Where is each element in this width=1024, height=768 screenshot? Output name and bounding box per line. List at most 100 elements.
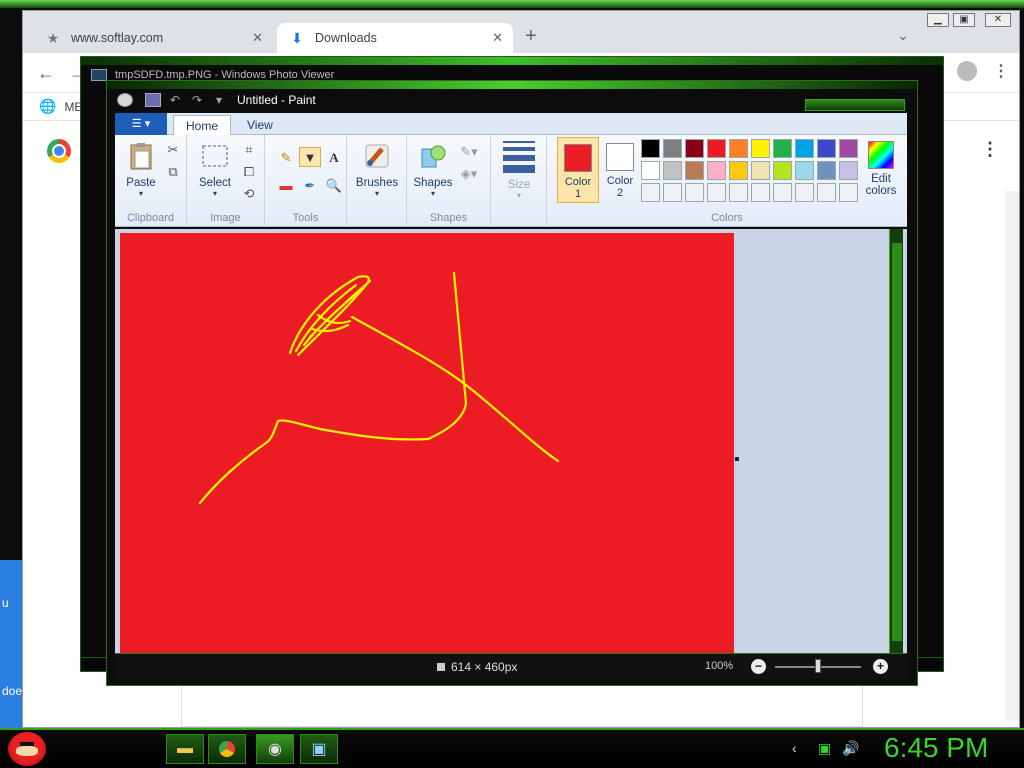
palette-swatch[interactable] — [795, 183, 814, 202]
minimize-button[interactable]: ▁ — [927, 13, 949, 27]
zoom-slider-knob[interactable] — [815, 659, 821, 673]
paste-button[interactable]: Paste ▾ — [121, 141, 161, 198]
color2-button[interactable]: Color 2 — [599, 137, 641, 203]
scrollbar-thumb[interactable] — [892, 243, 902, 641]
palette-swatch[interactable] — [641, 161, 660, 180]
close-window-button[interactable]: ✕ — [985, 13, 1011, 27]
palette-swatch[interactable] — [729, 139, 748, 158]
text-tool-icon[interactable]: A — [323, 147, 345, 167]
canvas-size-indicator: 614 × 460px — [437, 660, 517, 674]
undo-icon[interactable]: ↶ — [167, 93, 183, 107]
select-button[interactable]: Select ▾ — [195, 141, 235, 198]
resize-handle[interactable] — [735, 457, 739, 461]
palette-swatch[interactable] — [641, 139, 660, 158]
network-icon[interactable]: ▣ — [818, 740, 831, 757]
zoom-out-button[interactable]: − — [751, 659, 766, 674]
copy-icon[interactable]: ⧉ — [163, 163, 183, 181]
palette-swatch[interactable] — [751, 161, 770, 180]
chevron-down-icon[interactable]: ⌄ — [897, 27, 909, 44]
drawing-canvas[interactable] — [120, 233, 734, 653]
show-hidden-icons[interactable]: ‹ — [792, 740, 797, 756]
palette-swatch[interactable] — [707, 139, 726, 158]
eraser-icon[interactable]: ▬ — [275, 175, 297, 195]
palette-swatch[interactable] — [685, 183, 704, 202]
close-icon[interactable]: ✕ — [492, 30, 503, 46]
palette-swatch[interactable] — [839, 183, 858, 202]
group-label: Image — [210, 212, 241, 224]
rotate-icon[interactable]: ⟲ — [239, 185, 259, 203]
save-icon[interactable] — [145, 93, 161, 107]
palette-swatch[interactable] — [773, 161, 792, 180]
paint-taskbar-button[interactable]: ◉ — [256, 734, 294, 764]
page-scrollbar[interactable] — [1005, 191, 1019, 721]
window-controls[interactable] — [805, 99, 905, 111]
palette-swatch[interactable] — [641, 183, 660, 202]
customize-qat-icon[interactable]: ▾ — [211, 93, 227, 107]
shapes-button[interactable]: Shapes ▾ — [411, 141, 455, 198]
palette-swatch[interactable] — [685, 161, 704, 180]
close-icon[interactable]: ✕ — [252, 30, 263, 46]
file-menu-button[interactable]: ☰ ▾ — [115, 113, 167, 135]
tab-view[interactable]: View — [235, 115, 285, 135]
avatar[interactable] — [957, 61, 977, 81]
crop-icon[interactable]: ⌗ — [239, 141, 259, 159]
new-tab-button[interactable]: + — [525, 25, 537, 48]
palette-swatch[interactable] — [751, 139, 770, 158]
palette-swatch[interactable] — [751, 183, 770, 202]
palette-swatch[interactable] — [729, 161, 748, 180]
clock[interactable]: 6:45 PM — [884, 732, 988, 764]
color1-button[interactable]: Color 1 — [557, 137, 599, 203]
page-menu-icon[interactable]: ⋮ — [981, 139, 999, 160]
color-picker-icon[interactable]: ✒ — [299, 175, 321, 195]
start-button[interactable] — [8, 732, 46, 766]
palette-swatch[interactable] — [817, 161, 836, 180]
vertical-scrollbar[interactable] — [889, 229, 903, 653]
zoom-in-button[interactable]: + — [873, 659, 888, 674]
paint-app-icon[interactable] — [117, 93, 133, 107]
redo-icon[interactable]: ↷ — [189, 93, 205, 107]
photo-viewer-taskbar-button[interactable]: ▣ — [300, 734, 338, 764]
palette-swatch[interactable] — [729, 183, 748, 202]
palette-swatch[interactable] — [773, 183, 792, 202]
magnifier-icon[interactable]: 🔍 — [323, 175, 345, 195]
fill-icon[interactable]: ◈▾ — [459, 165, 479, 183]
size-button[interactable]: Size ▾ — [499, 141, 539, 200]
palette-swatch[interactable] — [663, 183, 682, 202]
palette-swatch[interactable] — [663, 139, 682, 158]
palette-swatch[interactable] — [817, 139, 836, 158]
pencil-icon[interactable]: ✎ — [275, 147, 297, 167]
palette-swatch[interactable] — [685, 139, 704, 158]
menu-kebab-icon[interactable]: ⋮ — [993, 61, 1009, 81]
palette-swatch[interactable] — [817, 183, 836, 202]
back-arrow-icon[interactable]: ← — [37, 63, 55, 84]
brushes-group: Brushes ▾ — [347, 135, 407, 227]
tab-softlay[interactable]: ★ www.softlay.com ✕ — [33, 23, 273, 53]
volume-icon[interactable]: 🔊 — [842, 740, 859, 757]
palette-swatch[interactable] — [839, 139, 858, 158]
palette-swatch[interactable] — [795, 161, 814, 180]
edit-colors-button[interactable]: Edit colors — [859, 141, 903, 197]
palette-swatch[interactable] — [707, 161, 726, 180]
tab-downloads[interactable]: ⬇ Downloads ✕ — [277, 23, 513, 53]
taskbar: ▬ ◉ ▣ ‹ ▣ 🔊 6:45 PM — [0, 728, 1024, 768]
tab-strip: ★ www.softlay.com ✕ ⬇ Downloads ✕ + ⌄ ▁ … — [23, 11, 1019, 53]
palette-swatch[interactable] — [773, 139, 792, 158]
palette-swatch[interactable] — [839, 161, 858, 180]
outline-icon[interactable]: ✎▾ — [459, 143, 479, 161]
bookmark-item[interactable]: 🌐 ME — [39, 98, 82, 115]
chrome-taskbar-button[interactable] — [208, 734, 246, 764]
yellow-doodle — [198, 271, 560, 505]
palette-swatch[interactable] — [795, 139, 814, 158]
file-explorer-taskbar-button[interactable]: ▬ — [166, 734, 204, 764]
edit-colors-label: colors — [865, 185, 897, 197]
brushes-button[interactable]: Brushes ▾ — [353, 141, 401, 198]
palette-swatch[interactable] — [663, 161, 682, 180]
cut-icon[interactable]: ✂ — [163, 141, 183, 159]
shapes-group: Shapes ▾ ✎▾ ◈▾ Shapes — [407, 135, 491, 227]
size-group: Size ▾ — [491, 135, 547, 227]
resize-icon[interactable]: ⧠ — [239, 163, 259, 181]
maximize-button[interactable]: ▣ — [953, 13, 975, 27]
fill-bucket-icon[interactable]: ▼ — [299, 147, 321, 167]
palette-swatch[interactable] — [707, 183, 726, 202]
tab-home[interactable]: Home — [173, 115, 232, 135]
